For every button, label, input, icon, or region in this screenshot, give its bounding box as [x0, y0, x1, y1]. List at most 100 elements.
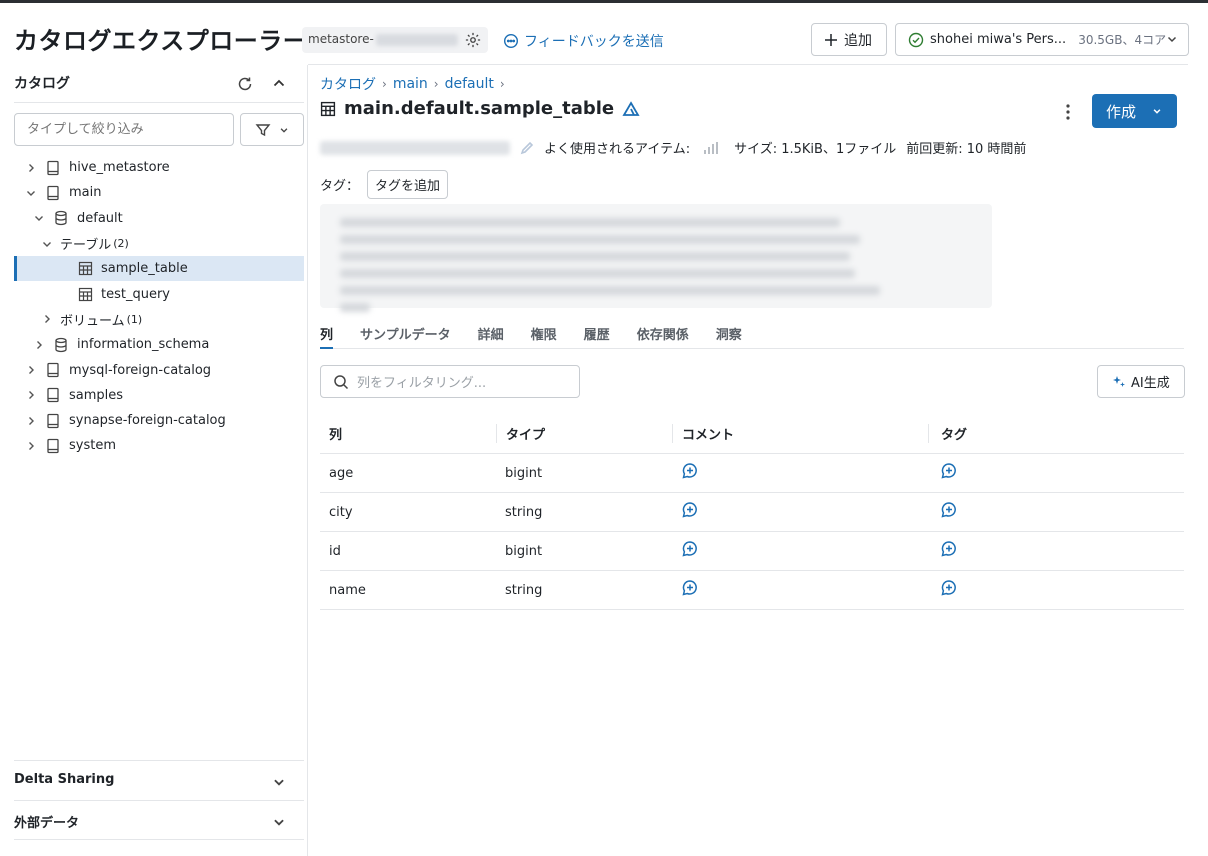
table-row: name string: [320, 571, 1184, 610]
tree-item-volumes[interactable]: ボリューム (1): [14, 307, 304, 332]
metastore-selector[interactable]: metastore-: [302, 27, 488, 53]
table-metadata: よく使用されるアイテム: サイズ: 1.5KiB、1ファイル 前回更新: 10 …: [320, 138, 1026, 157]
tab-permissions[interactable]: 権限: [531, 322, 557, 349]
tab-history[interactable]: 履歴: [584, 322, 610, 349]
breadcrumb-catalog[interactable]: カタログ: [320, 74, 376, 94]
feedback-link[interactable]: フィードバックを送信: [503, 31, 664, 51]
breadcrumb-default[interactable]: default: [445, 76, 494, 92]
header-comment[interactable]: コメント: [672, 424, 928, 443]
tree-item-sample-table[interactable]: sample_table: [14, 256, 304, 282]
add-tag-icon[interactable]: [940, 462, 958, 480]
breadcrumb-separator: ›: [382, 77, 387, 91]
feedback-label: フィードバックを送信: [524, 34, 664, 50]
chevron-down-icon[interactable]: [24, 188, 38, 198]
chevron-up-icon[interactable]: [271, 75, 287, 91]
catalog-book-icon: [44, 438, 62, 454]
external-data-section[interactable]: 外部データ: [14, 800, 304, 840]
chevron-right-icon[interactable]: [24, 163, 38, 173]
create-button[interactable]: 作成: [1092, 94, 1177, 128]
size-label: サイズ: 1.5KiB、1ファイル: [734, 142, 897, 157]
add-tag-button[interactable]: タグを追加: [367, 170, 449, 199]
add-tag-icon[interactable]: [940, 540, 958, 558]
table-icon: [76, 287, 94, 302]
column-name: age: [329, 465, 354, 481]
header-column[interactable]: 列: [320, 424, 496, 443]
catalog-search-input[interactable]: [14, 113, 234, 146]
compute-name: shohei miwa's Pers...: [930, 32, 1067, 47]
tree-item-test-query[interactable]: test_query: [14, 281, 304, 306]
tab-insights[interactable]: 洞察: [716, 322, 742, 349]
tree-item-label: sample_table: [101, 261, 188, 277]
compute-selector[interactable]: shohei miwa's Pers... 30.5GB、4コア: [895, 23, 1189, 56]
chevron-down-icon[interactable]: [40, 239, 54, 249]
tree-item-mysql-foreign-catalog[interactable]: mysql-foreign-catalog: [14, 357, 304, 382]
column-filter-input[interactable]: 列をフィルタリング...: [320, 365, 580, 398]
tree-item-main[interactable]: main: [14, 180, 304, 205]
chevron-down-icon: [280, 127, 288, 133]
header-type[interactable]: タイプ: [496, 424, 672, 443]
catalog-book-icon: [44, 160, 62, 176]
add-tag-icon[interactable]: [940, 501, 958, 519]
tab-lineage[interactable]: 依存関係: [637, 322, 689, 349]
table-tabs: 列 サンプルデータ 詳細 権限 履歴 依存関係 洞察: [320, 322, 1184, 349]
tree-item-information-schema[interactable]: information_schema: [14, 332, 304, 357]
breadcrumb: カタログ › main › default ›: [320, 74, 505, 94]
page-title: カタログエクスプローラー: [14, 27, 308, 55]
table-icon: [320, 101, 336, 116]
header-tags[interactable]: タグ: [928, 424, 1184, 443]
table-row: age bigint: [320, 454, 1184, 493]
catalog-book-icon: [44, 413, 62, 429]
chevron-right-icon[interactable]: [24, 365, 38, 375]
tab-details[interactable]: 詳細: [478, 322, 504, 349]
gear-icon[interactable]: [464, 31, 482, 49]
filter-button[interactable]: [240, 113, 304, 146]
edit-pencil-icon[interactable]: [520, 141, 534, 155]
metastore-id-redacted: [375, 33, 458, 46]
chevron-down-icon[interactable]: [32, 213, 46, 223]
tree-item-system[interactable]: system: [14, 433, 304, 458]
add-comment-icon[interactable]: [681, 540, 699, 558]
breadcrumb-main[interactable]: main: [393, 76, 428, 92]
add-comment-icon[interactable]: [681, 579, 699, 597]
tree-item-hive-metastore[interactable]: hive_metastore: [14, 155, 304, 180]
tree-item-label: samples: [69, 387, 124, 403]
column-type: string: [505, 582, 543, 598]
description-redacted: [320, 204, 992, 312]
table-title-text: main.default.sample_table: [344, 98, 615, 119]
more-options-icon[interactable]: [1060, 103, 1076, 121]
tree-item-samples[interactable]: samples: [14, 383, 304, 408]
delta-icon: [622, 100, 640, 116]
column-type: bigint: [505, 543, 543, 559]
chevron-right-icon[interactable]: [32, 340, 46, 350]
column-type: string: [505, 504, 543, 520]
chat-bubble-icon: [503, 33, 519, 49]
chevron-right-icon[interactable]: [24, 390, 38, 400]
sidebar-divider: [14, 102, 304, 103]
columns-table: 列 タイプ コメント タグ age bigint city string id …: [320, 414, 1184, 610]
add-tag-icon[interactable]: [940, 579, 958, 597]
sidebar-title: カタログ: [14, 76, 70, 92]
tree-item-label: mysql-foreign-catalog: [69, 362, 212, 378]
delta-sharing-section[interactable]: Delta Sharing: [14, 760, 304, 800]
tab-sample-data[interactable]: サンプルデータ: [360, 322, 451, 349]
updated-label: 前回更新: 10 時間前: [906, 142, 1027, 157]
add-comment-icon[interactable]: [681, 462, 699, 480]
table-row: id bigint: [320, 532, 1184, 571]
tree-item-tables[interactable]: テーブル (2): [14, 231, 304, 256]
tree-item-synapse-foreign-catalog[interactable]: synapse-foreign-catalog: [14, 408, 304, 433]
database-icon: [52, 210, 70, 226]
catalog-book-icon: [44, 387, 62, 403]
tab-columns[interactable]: 列: [320, 322, 334, 349]
refresh-icon[interactable]: [236, 75, 254, 93]
tree-item-label: テーブル: [60, 238, 112, 254]
chevron-right-icon[interactable]: [24, 441, 38, 451]
add-button[interactable]: 追加: [811, 23, 887, 56]
add-label: 追加: [844, 32, 872, 49]
tree-item-default[interactable]: default: [14, 206, 304, 231]
chevron-right-icon[interactable]: [40, 314, 54, 324]
add-comment-icon[interactable]: [681, 501, 699, 519]
chevron-down-icon: [274, 819, 284, 826]
tree-item-label: main: [69, 185, 102, 201]
chevron-right-icon[interactable]: [24, 416, 38, 426]
ai-generate-button[interactable]: AI生成: [1097, 365, 1185, 398]
